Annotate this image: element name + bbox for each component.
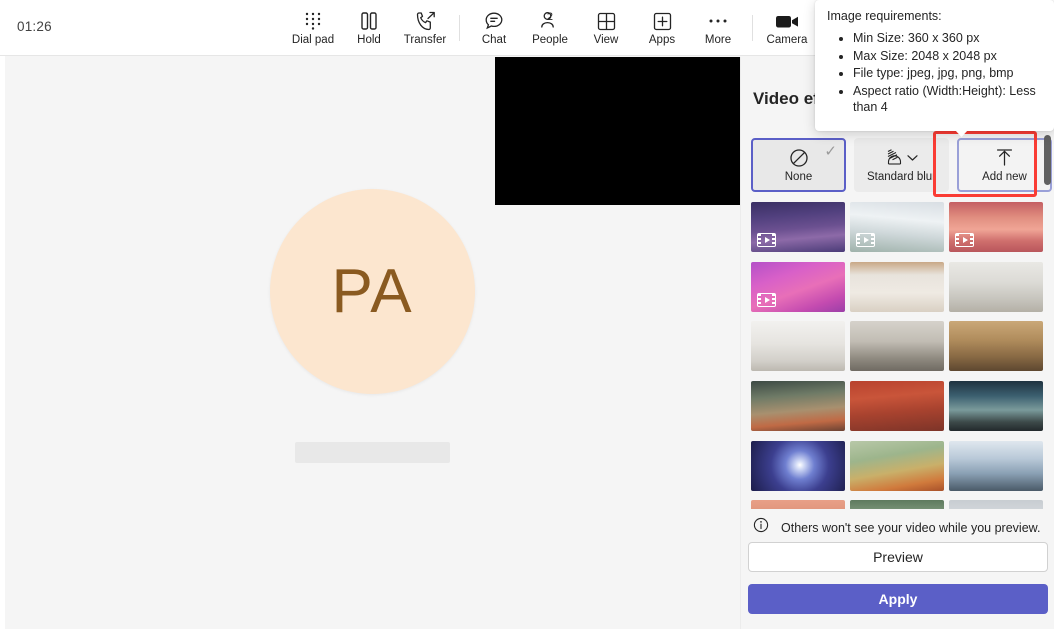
toolbar-button-hold[interactable]: Hold bbox=[341, 2, 397, 54]
panel-scrollbar-track[interactable] bbox=[1044, 135, 1051, 553]
effect-mode-row: None ✓ Standard blur Add new bbox=[751, 138, 1052, 192]
camera-icon bbox=[775, 10, 800, 32]
background-thumbnail[interactable] bbox=[850, 440, 944, 491]
grid-view-icon bbox=[597, 10, 616, 32]
background-thumbnail[interactable] bbox=[751, 380, 845, 431]
toolbar-label-people: People bbox=[532, 34, 568, 46]
preview-note-text: Others won't see your video while you pr… bbox=[781, 520, 1041, 535]
avatar-initials: PA bbox=[331, 257, 414, 326]
toolbar-label-view: View bbox=[593, 34, 619, 46]
toolbar-label-camera: Camera bbox=[766, 34, 808, 46]
toolbar-button-people[interactable]: 2 People bbox=[522, 2, 578, 54]
tooltip-requirements-list: Min Size: 360 x 360 pxMax Size: 2048 x 2… bbox=[853, 30, 1042, 116]
toolbar-label-chat: Chat bbox=[481, 34, 507, 46]
blur-icon-group bbox=[885, 147, 918, 168]
effect-button-standard-blur[interactable]: Standard blur bbox=[854, 138, 949, 192]
background-thumbnail[interactable] bbox=[949, 380, 1043, 431]
toolbar-label-dial-pad: Dial pad bbox=[291, 34, 335, 46]
upload-arrow-icon bbox=[995, 147, 1014, 168]
background-thumbnail[interactable] bbox=[850, 202, 944, 252]
toolbar-divider-1 bbox=[459, 15, 460, 41]
people-icon: 2 bbox=[539, 10, 561, 32]
apps-plus-icon bbox=[653, 10, 672, 32]
video-preview-tile[interactable] bbox=[495, 57, 740, 205]
background-thumbnail[interactable] bbox=[751, 261, 845, 312]
teams-call-window: 01:26 Dial pad Hold Transfer Chat 2 Peop… bbox=[0, 0, 1054, 629]
checkmark-icon: ✓ bbox=[824, 143, 837, 160]
tooltip-requirement-item: File type: jpeg, jpg, png, bmp bbox=[853, 65, 1042, 82]
toolbar-button-view[interactable]: View bbox=[578, 2, 634, 54]
call-stage: PA bbox=[5, 57, 740, 629]
call-timer: 01:26 bbox=[17, 19, 52, 34]
toolbar-button-transfer[interactable]: Transfer bbox=[397, 2, 453, 54]
info-circle-icon bbox=[753, 517, 769, 538]
blur-icon bbox=[887, 149, 902, 165]
background-thumbnail[interactable] bbox=[949, 202, 1043, 252]
background-thumbnail[interactable] bbox=[751, 321, 845, 372]
chevron-down-icon bbox=[907, 154, 918, 161]
apply-button[interactable]: Apply bbox=[748, 584, 1048, 614]
video-background-icon bbox=[955, 233, 974, 247]
background-thumbnail[interactable] bbox=[949, 321, 1043, 372]
effect-label-none: None bbox=[784, 171, 813, 183]
chat-bubble-icon bbox=[484, 10, 504, 32]
video-background-icon bbox=[856, 233, 875, 247]
toolbar-label-hold: Hold bbox=[357, 34, 381, 46]
video-background-icon bbox=[757, 292, 776, 307]
toolbar-label-transfer: Transfer bbox=[403, 34, 447, 46]
image-requirements-tooltip: Image requirements: Min Size: 360 x 360 … bbox=[815, 0, 1054, 137]
background-thumbnail[interactable] bbox=[751, 202, 845, 252]
background-thumbnail-grid bbox=[751, 202, 1043, 552]
effect-label-standard-blur: Standard blur bbox=[866, 171, 937, 183]
toolbar-divider-2 bbox=[752, 15, 753, 41]
effect-button-none[interactable]: None ✓ bbox=[751, 138, 846, 192]
toolbar-button-chat[interactable]: Chat bbox=[466, 2, 522, 54]
toolbar-label-apps: Apps bbox=[648, 34, 676, 46]
background-thumbnail[interactable] bbox=[850, 380, 944, 431]
tooltip-requirement-item: Aspect ratio (Width:Height): Less than 4 bbox=[853, 83, 1042, 116]
no-effect-icon bbox=[789, 147, 809, 168]
preview-button[interactable]: Preview bbox=[748, 542, 1048, 572]
toolbar-actions: Dial pad Hold Transfer Chat 2 People Vie… bbox=[285, 0, 815, 56]
ellipsis-icon bbox=[708, 10, 728, 32]
tooltip-title: Image requirements: bbox=[827, 9, 942, 23]
background-thumbnail[interactable] bbox=[850, 261, 944, 312]
background-thumbnail[interactable] bbox=[949, 261, 1043, 312]
toolbar-button-apps[interactable]: Apps bbox=[634, 2, 690, 54]
participant-name-placeholder bbox=[295, 442, 450, 463]
toolbar-label-more: More bbox=[704, 34, 732, 46]
background-thumbnail[interactable] bbox=[751, 440, 845, 491]
effect-button-add-new[interactable]: Add new bbox=[957, 138, 1052, 192]
tooltip-requirement-item: Min Size: 360 x 360 px bbox=[853, 30, 1042, 47]
panel-scrollbar-thumb[interactable] bbox=[1044, 135, 1051, 185]
people-count-badge: 2 bbox=[546, 11, 553, 23]
video-background-icon bbox=[757, 233, 776, 247]
effect-label-add-new: Add new bbox=[982, 171, 1027, 183]
avatar: PA bbox=[270, 189, 475, 394]
background-thumbnail[interactable] bbox=[850, 321, 944, 372]
dial-pad-icon bbox=[305, 10, 321, 32]
background-thumbnail[interactable] bbox=[949, 440, 1043, 491]
preview-note-row: Others won't see your video while you pr… bbox=[753, 517, 1040, 538]
video-effects-panel: Video effects None ✓ Standard blur Add n… bbox=[740, 57, 1054, 629]
toolbar-button-more[interactable]: More bbox=[690, 2, 746, 54]
panel-footer: Others won't see your video while you pr… bbox=[741, 509, 1054, 629]
toolbar-button-dial-pad[interactable]: Dial pad bbox=[285, 2, 341, 54]
pause-icon bbox=[360, 10, 378, 32]
toolbar-button-camera[interactable]: Camera bbox=[759, 2, 815, 54]
call-transfer-icon bbox=[415, 10, 436, 32]
tooltip-requirement-item: Max Size: 2048 x 2048 px bbox=[853, 48, 1042, 65]
